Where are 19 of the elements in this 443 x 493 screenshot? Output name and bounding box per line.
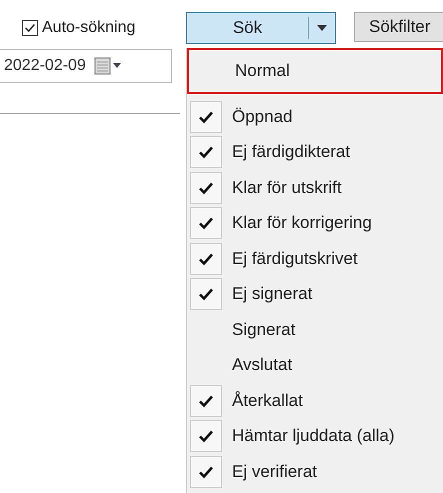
- menu-item[interactable]: Signerat: [232, 320, 296, 340]
- auto-search-label: Auto-sökning: [42, 19, 136, 37]
- date-field[interactable]: 2022-02-09: [0, 49, 172, 83]
- menu-item[interactable]: Hämtar ljuddata (alla): [232, 426, 395, 446]
- menu-item[interactable]: Klar för utskrift: [232, 178, 342, 198]
- menu-item[interactable]: Ej färdigutskrivet: [232, 248, 358, 269]
- menu-item[interactable]: Normal: [187, 48, 443, 94]
- menu-item[interactable]: Ej färdigdikterat: [232, 142, 350, 162]
- menu-item[interactable]: Återkallat: [232, 390, 303, 411]
- search-split-button[interactable]: Sök: [186, 12, 336, 44]
- menu-item[interactable]: Ej verifierat: [232, 462, 318, 482]
- menu-item[interactable]: Öppnad: [232, 106, 292, 127]
- menu-item[interactable]: Ej signerat: [232, 284, 312, 304]
- menu-item[interactable]: Klar för korrigering: [232, 213, 372, 234]
- calendar-dropdown-icon[interactable]: [94, 57, 124, 75]
- caret-icon[interactable]: [317, 25, 327, 31]
- auto-search-checkbox[interactable]: [22, 20, 38, 36]
- menu-item[interactable]: Avslutat: [232, 355, 292, 376]
- search-filter-button[interactable]: Sökfilter: [354, 12, 443, 42]
